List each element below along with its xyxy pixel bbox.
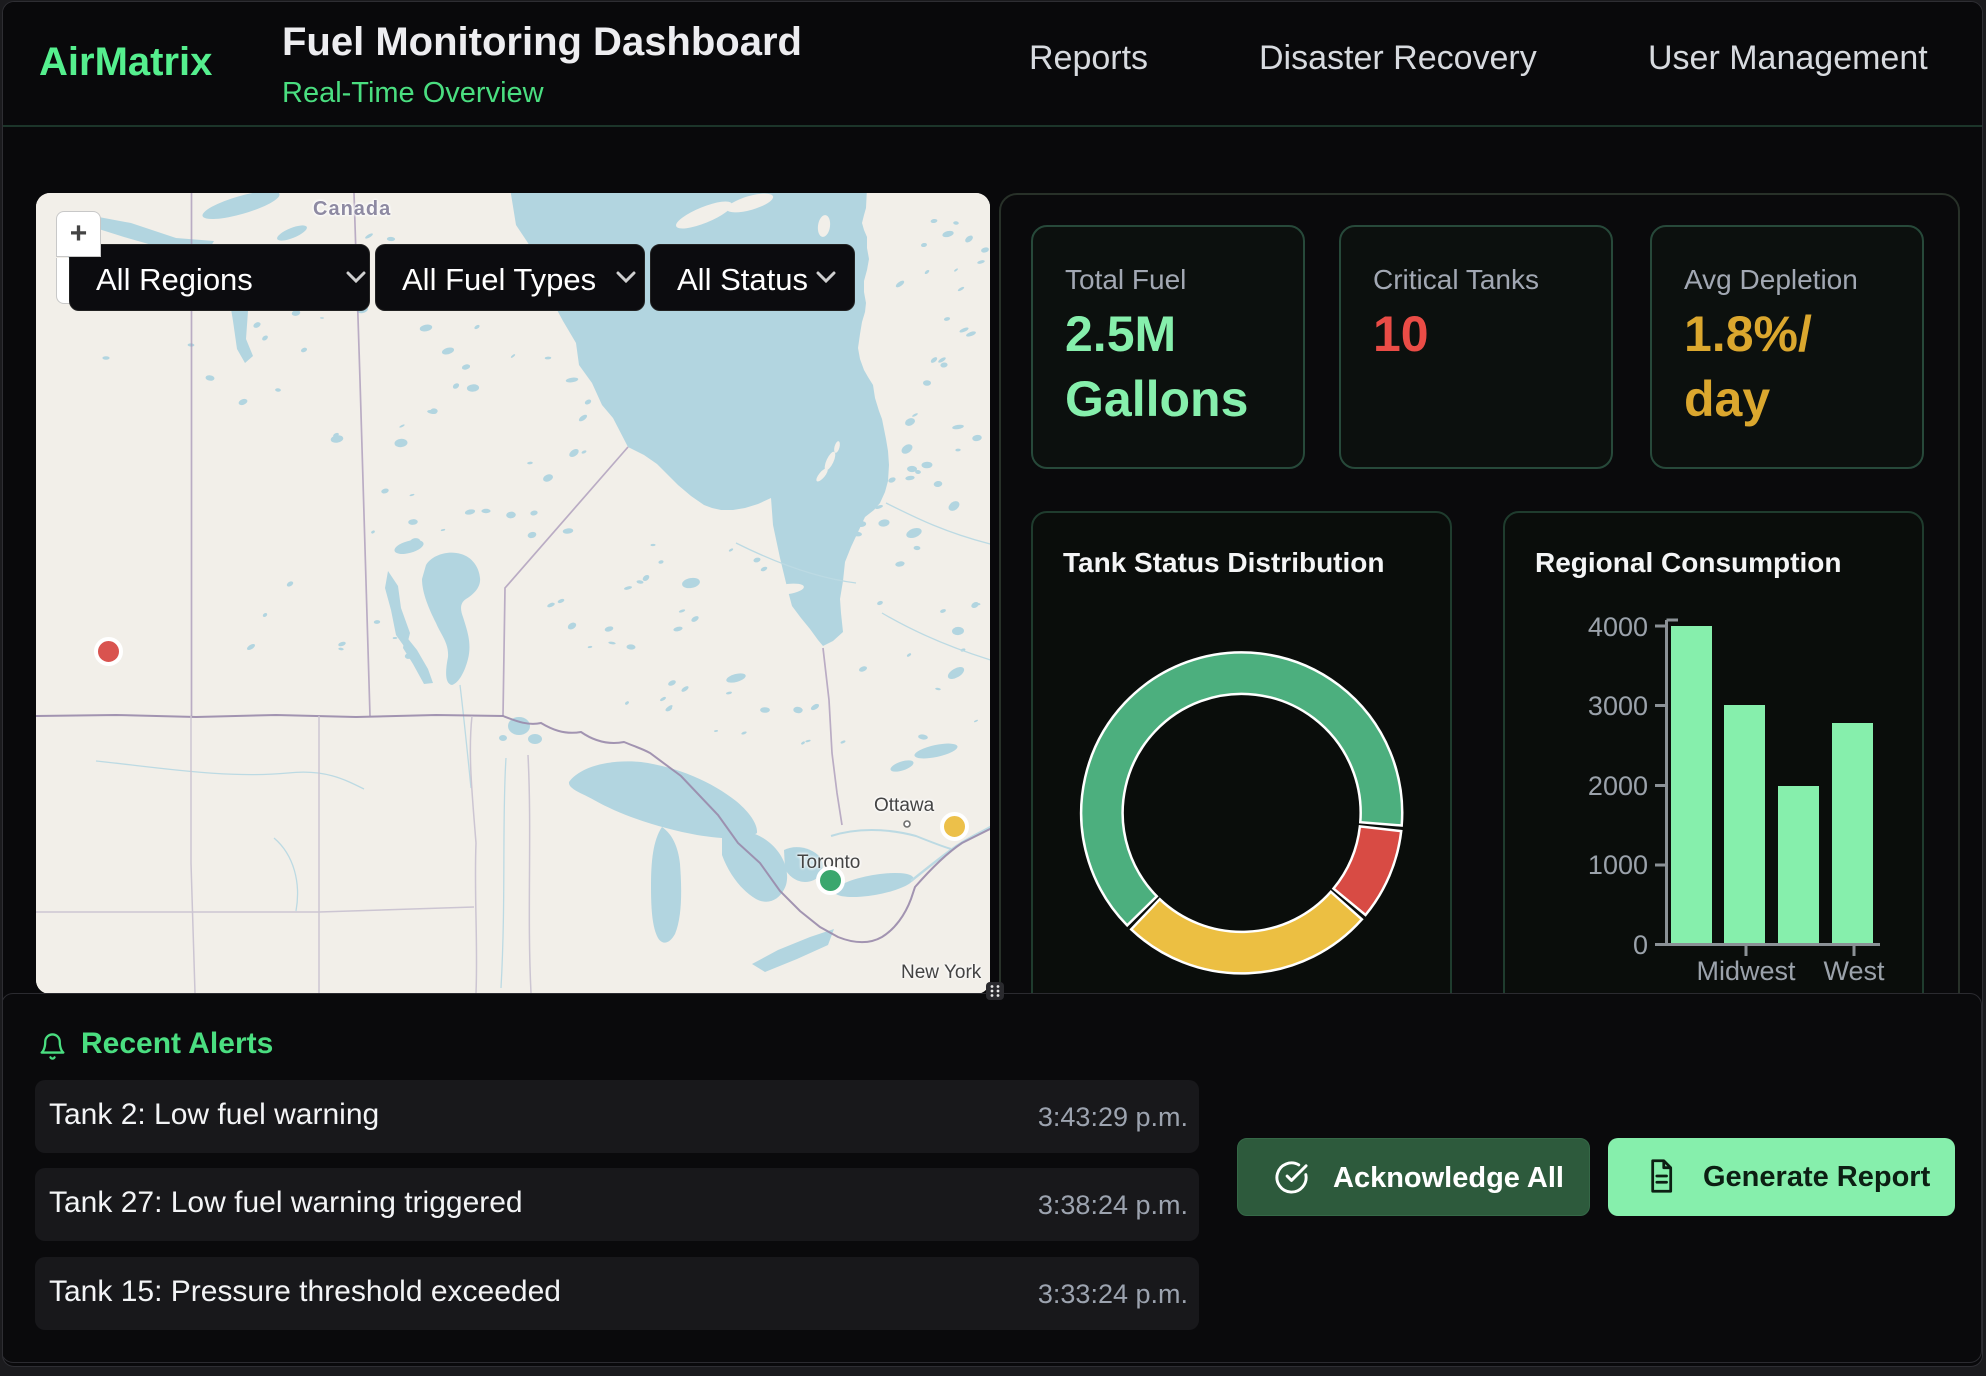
svg-text:Midwest: Midwest: [1696, 956, 1796, 986]
svg-text:3000: 3000: [1588, 691, 1648, 721]
svg-text:West: West: [1823, 956, 1885, 986]
svg-text:0: 0: [1633, 930, 1648, 960]
svg-text:2000: 2000: [1588, 771, 1648, 801]
svg-text:4000: 4000: [1588, 612, 1648, 642]
svg-text:1000: 1000: [1588, 850, 1648, 880]
